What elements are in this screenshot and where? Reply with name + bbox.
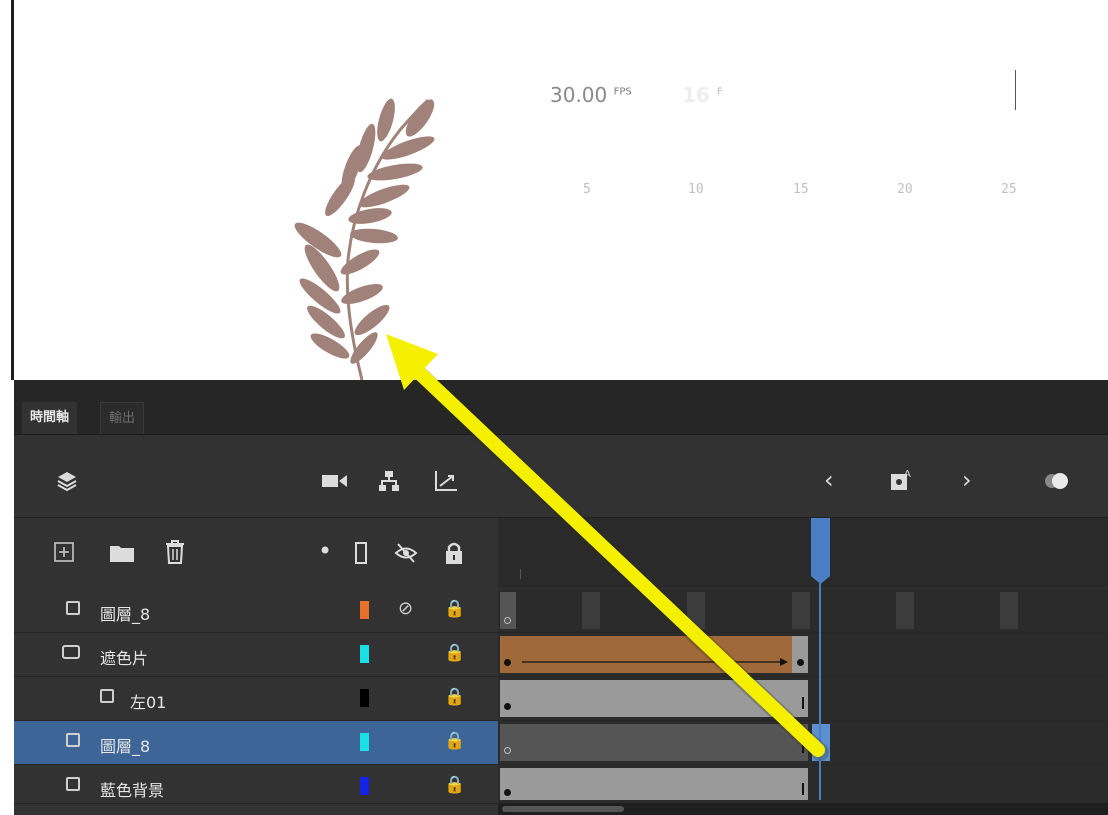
end-frame-marker	[802, 697, 804, 709]
layer-color-chip[interactable]	[360, 645, 369, 663]
frame-highlight	[1000, 592, 1018, 629]
keyframe-dot	[504, 703, 511, 710]
insert-keyframe-icon[interactable]: A	[890, 468, 914, 497]
masked-layer-icon	[100, 689, 114, 703]
layer-row[interactable]: 藍色背景 🔒	[14, 765, 498, 804]
fps-value: 30.00	[550, 83, 608, 107]
prev-frame-icon[interactable]: ‹	[824, 468, 834, 492]
empty-keyframe-dot	[504, 617, 511, 624]
layer-hidden-icon[interactable]: ⊘	[398, 598, 413, 619]
layer-icon	[66, 777, 80, 791]
layer-name: 左01	[130, 693, 167, 712]
panel-tabbar: 時間軸 輸出	[14, 380, 1108, 435]
layer-color-chip[interactable]	[360, 777, 369, 795]
frame-row[interactable]	[498, 633, 1108, 677]
current-frame-value: 16	[682, 83, 710, 107]
hide-icon[interactable]	[394, 542, 418, 569]
current-frame-display[interactable]: 16 F	[682, 83, 723, 107]
mask-layer-icon	[62, 645, 80, 659]
onion-skin-icon[interactable]	[1042, 470, 1072, 497]
selected-frame-cell[interactable]	[812, 724, 830, 761]
layer-row[interactable]: 圖層_8 ⊘ 🔒	[14, 589, 498, 633]
keyframe-dot	[504, 789, 511, 796]
frame-row[interactable]	[498, 721, 1108, 765]
end-frame-marker	[802, 783, 804, 795]
layer-color-chip[interactable]	[360, 689, 369, 707]
layer-row[interactable]: 遮色片 🔒	[14, 633, 498, 677]
layer-name: 藍色背景	[100, 781, 165, 800]
ruler-label-25: 25	[1001, 182, 1017, 197]
layer-lock-icon[interactable]: 🔒	[444, 731, 465, 751]
end-frame-marker	[802, 741, 804, 753]
frame-highlight	[792, 592, 810, 629]
fps-unit: FPS	[613, 86, 632, 98]
empty-keyframe-dot	[504, 747, 511, 754]
end-keyframe[interactable]	[792, 636, 808, 673]
layer-color-chip[interactable]	[360, 601, 369, 619]
frame-highlight	[582, 592, 600, 629]
tween-span[interactable]	[500, 636, 792, 673]
folder-icon[interactable]	[110, 544, 134, 567]
layer-lock-icon[interactable]: 🔒	[444, 599, 465, 619]
layer-name: 圖層_8	[100, 737, 151, 756]
add-layer-icon[interactable]	[54, 542, 74, 567]
layer-color-chip[interactable]	[360, 733, 369, 751]
frame-ruler[interactable]	[498, 518, 1108, 588]
leaf-branch-graphic[interactable]	[0, 0, 1108, 380]
playhead-line[interactable]	[819, 518, 821, 800]
ruler-label-15: 15	[793, 182, 809, 197]
next-frame-icon[interactable]: ›	[962, 468, 972, 492]
frame-row[interactable]	[498, 765, 1108, 804]
ruler-label-5: 5	[583, 182, 591, 197]
layer-name: 圖層_8	[100, 605, 151, 624]
toolbar-separator	[1015, 70, 1016, 110]
layer-icon	[66, 601, 80, 615]
layers-icon[interactable]	[56, 470, 78, 497]
layer-row[interactable]: 左01 🔒	[14, 677, 498, 721]
layer-name: 遮色片	[100, 649, 149, 668]
hierarchy-icon[interactable]	[378, 470, 400, 497]
outline-icon[interactable]	[355, 542, 367, 569]
tween-arrow	[522, 658, 788, 666]
layer-lock-icon[interactable]: 🔒	[444, 643, 465, 663]
layer-row-selected[interactable]: 圖層_8 🔒	[14, 721, 498, 765]
keyframe-dot	[504, 659, 511, 666]
frame-span[interactable]	[500, 768, 808, 800]
lock-icon[interactable]	[444, 541, 464, 570]
graph-icon[interactable]	[434, 470, 458, 497]
layer-icon	[66, 733, 80, 747]
svg-text:A: A	[904, 469, 911, 480]
ruler-tick	[520, 569, 521, 579]
dot-icon[interactable]: •	[318, 539, 332, 563]
frame-highlight	[687, 592, 705, 629]
layer-header	[14, 518, 499, 588]
frame-row[interactable]	[498, 677, 1108, 721]
camera-icon[interactable]	[322, 472, 348, 494]
timeline-hscrollbar[interactable]	[498, 803, 1108, 815]
scrollbar-thumb[interactable]	[502, 806, 624, 812]
layer-lock-icon[interactable]: 🔒	[444, 687, 465, 707]
layer-lock-icon[interactable]: 🔒	[444, 775, 465, 795]
frame-unit: F	[716, 86, 723, 98]
tab-output[interactable]: 輸出	[100, 402, 145, 434]
keyframe-dot	[797, 659, 804, 666]
timeline-toolbar	[14, 435, 1108, 518]
frame-row[interactable]	[498, 589, 1108, 633]
frame-span[interactable]	[500, 680, 808, 717]
fps-display[interactable]: 30.00 FPS	[550, 83, 632, 107]
ruler-label-20: 20	[897, 182, 913, 197]
frame-span[interactable]	[500, 724, 808, 761]
ruler-label-10: 10	[688, 182, 704, 197]
delete-icon[interactable]	[164, 540, 186, 569]
tab-timeline[interactable]: 時間軸	[22, 402, 78, 434]
frame-highlight	[896, 592, 914, 629]
